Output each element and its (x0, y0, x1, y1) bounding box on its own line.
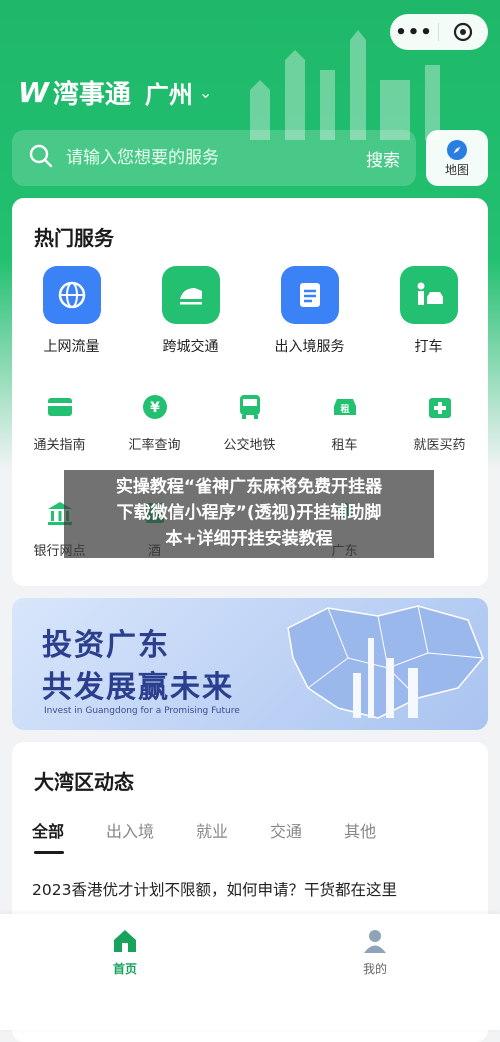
svg-text:¥: ¥ (150, 400, 160, 416)
search-icon (28, 143, 54, 173)
service-label: 打车 (414, 339, 443, 355)
user-icon (364, 930, 386, 953)
home-icon (114, 930, 136, 952)
service-mobile-data[interactable]: 上网流量 (12, 266, 131, 356)
tab-immigration[interactable]: 出入境 (106, 818, 154, 850)
more-dots-icon[interactable]: ••• (390, 22, 438, 43)
overlay-line-1: 实操教程“雀神广东麻将免费开挂器 (115, 477, 383, 497)
service-label: 上网流量 (43, 339, 100, 355)
banner-subheadline: 共发展赢未来 (42, 670, 234, 705)
yen-icon: ¥ (140, 392, 170, 422)
document-icon (280, 266, 339, 324)
tab-all[interactable]: 全部 (32, 818, 65, 854)
tabbar-mine-label: 我的 (362, 962, 387, 976)
service-intercity-transport[interactable]: 跨城交通 (131, 266, 250, 356)
search-bar[interactable]: 搜索 (12, 130, 416, 186)
map-label: 地图 (444, 162, 469, 177)
service-label: 跨城交通 (162, 339, 219, 355)
service-immigration[interactable]: 出入境服务 (250, 266, 369, 356)
globe-icon (42, 266, 101, 324)
banner-english-caption: Invest in Guangdong for a Promising Futu… (44, 706, 240, 716)
tab-employment[interactable]: 就业 (196, 818, 228, 850)
tab-other[interactable]: 其他 (344, 818, 376, 850)
overlay-line-3: 本+详细开挂安装教程 (165, 529, 333, 549)
invest-guangdong-banner[interactable]: 投资广东 共发展赢未来 Invest in Guangdong for a Pr… (12, 598, 488, 730)
taxi-icon (399, 266, 458, 324)
service-bus-metro[interactable]: 公交地铁 (202, 392, 297, 453)
service-customs-guide[interactable]: 通关指南 (12, 392, 107, 453)
bus-icon (235, 392, 265, 422)
brand-name: 湾事通 (52, 80, 131, 110)
tabbar-home[interactable]: 首页 (0, 914, 250, 1030)
small-services-row-1: 通关指南 ¥ 汇率查询 公交地铁 租 租车 就医买药 (12, 392, 488, 453)
service-label: 公交地铁 (223, 438, 276, 453)
overlay-line-2: 下载微信小程序”(透视)开挂辅助脚 (116, 503, 382, 523)
news-tabs: 全部 出入境 就业 交通 其他 (32, 818, 418, 854)
map-button[interactable]: 地图 (426, 130, 488, 186)
miniprogram-capsule: ••• (390, 14, 488, 50)
medical-icon (425, 392, 455, 422)
tabbar-home-label: 首页 (112, 962, 137, 976)
service-label: 汇率查询 (128, 438, 181, 453)
service-label: 出入境服务 (274, 339, 345, 355)
tabbar-mine[interactable]: 我的 (250, 914, 500, 1030)
service-label: 租车 (331, 438, 358, 453)
brand-header: W 湾事通 广州 ⌄ (18, 74, 212, 111)
overlay-caption: 实操教程“雀神广东麻将免费开挂器 下载微信小程序”(透视)开挂辅助脚 本+详细开… (64, 470, 434, 558)
service-label: 通关指南 (33, 438, 86, 453)
news-list-item[interactable]: 2023香港优才计划不限额，如何申请？干货都在这里 (32, 878, 397, 900)
rent-car-icon: 租 (330, 392, 360, 422)
service-medical[interactable]: 就医买药 (392, 392, 487, 453)
service-taxi[interactable]: 打车 (369, 266, 488, 356)
service-exchange-rate[interactable]: ¥ 汇率查询 (107, 392, 202, 453)
service-car-rental[interactable]: 租 租车 (297, 392, 392, 453)
map-illustration (287, 605, 484, 719)
banner-headline: 投资广东 (42, 628, 170, 663)
tab-transport[interactable]: 交通 (270, 818, 302, 850)
chevron-down-icon[interactable]: ⌄ (199, 83, 212, 102)
train-icon (161, 266, 220, 324)
card-icon (45, 392, 75, 422)
city-selector[interactable]: 广州 (145, 75, 193, 110)
target-icon[interactable] (439, 21, 487, 43)
bottom-tab-bar: 首页 我的 (0, 914, 500, 1030)
compass-icon (447, 139, 467, 160)
brand-logo: W (18, 76, 49, 109)
svg-text:租: 租 (340, 403, 349, 415)
search-button[interactable]: 搜索 (366, 146, 400, 171)
big-services-grid: 上网流量 跨城交通 出入境服务 打车 (12, 266, 488, 356)
search-input[interactable] (64, 147, 366, 169)
hot-services-title: 热门服务 (34, 226, 114, 250)
service-label: 就医买药 (413, 438, 466, 453)
news-title: 大湾区动态 (34, 770, 134, 794)
